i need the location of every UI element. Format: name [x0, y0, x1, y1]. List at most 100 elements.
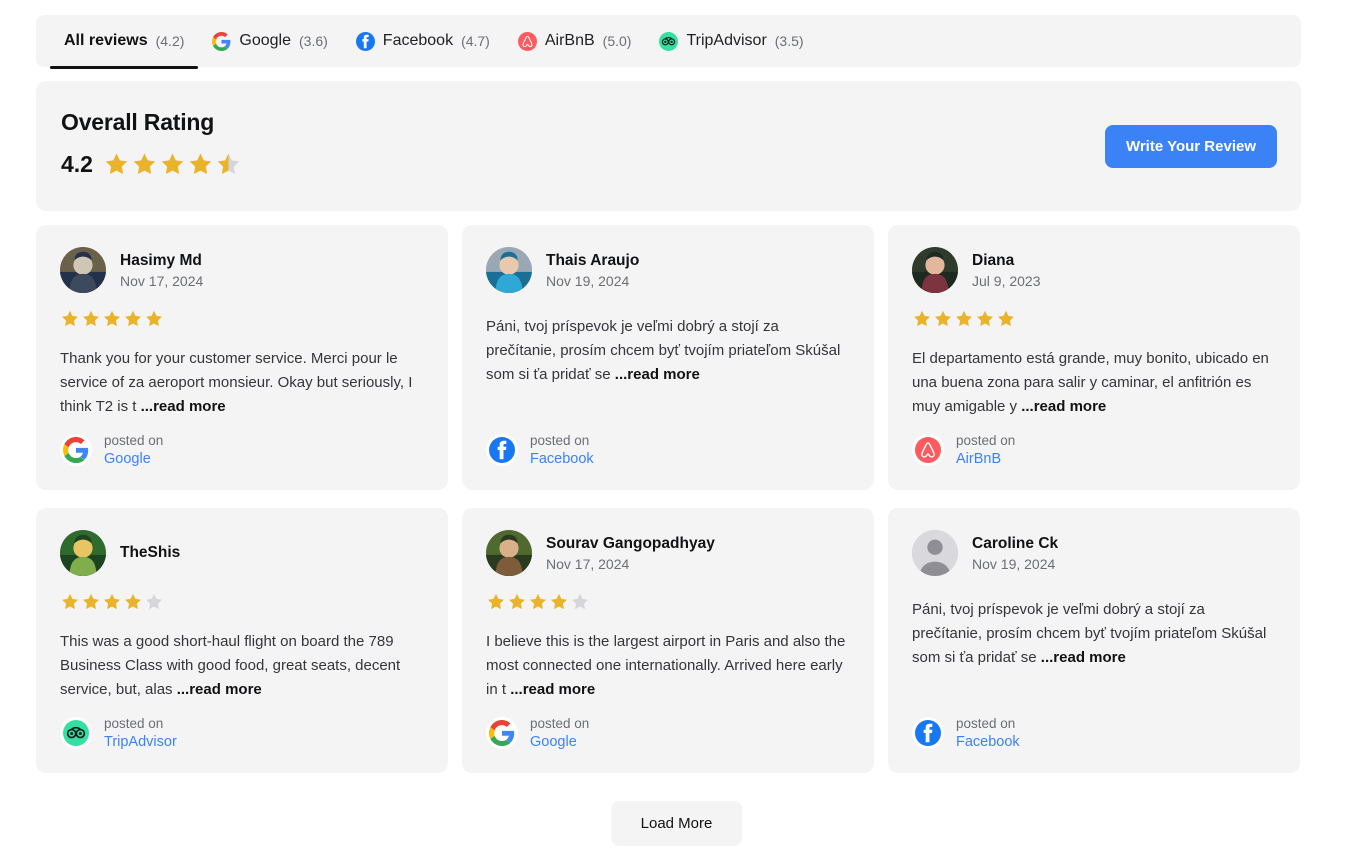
tab-airbnb[interactable]: AirBnB (5.0) — [504, 15, 646, 67]
review-date: Nov 19, 2024 — [546, 272, 630, 289]
star-filled-icon — [125, 310, 141, 327]
read-more-link[interactable]: ...read more — [1041, 649, 1126, 666]
tab-score: (4.2) — [155, 33, 185, 49]
star-filled-icon — [189, 153, 212, 175]
avatar — [912, 247, 958, 293]
posted-on-text: posted on Google — [104, 432, 163, 468]
review-card: Sourav Gangopadhyay Nov 17, 2024 I belie… — [462, 508, 874, 773]
review-text: This was a good short-haul flight on boa… — [60, 630, 424, 702]
write-review-button[interactable]: Write Your Review — [1104, 125, 1277, 168]
google-icon — [486, 717, 518, 749]
tab-all[interactable]: All reviews (4.2) — [50, 15, 199, 69]
airbnb-icon — [517, 31, 537, 51]
facebook-icon — [355, 31, 375, 51]
review-stars — [486, 592, 590, 612]
star-filled-icon — [914, 310, 930, 327]
posted-source-link[interactable]: Google — [104, 450, 163, 468]
tab-google[interactable]: Google (3.6) — [198, 15, 341, 67]
posted-on-block: posted on Facebook — [486, 432, 594, 468]
read-more-link[interactable]: ...read more — [615, 366, 700, 383]
star-filled-icon — [551, 593, 567, 610]
posted-source-link[interactable]: Facebook — [956, 733, 1020, 751]
tab-label: TripAdvisor — [686, 32, 767, 49]
tripadvisor-icon — [60, 717, 92, 749]
posted-on-text: posted on Google — [530, 715, 589, 751]
facebook-icon — [355, 31, 375, 51]
star-filled-icon — [956, 310, 972, 327]
review-card: Thais Araujo Nov 19, 2024 Páni, tvoj prí… — [462, 225, 874, 490]
reviewer-name: Thais Araujo — [546, 251, 640, 269]
review-date: Nov 17, 2024 — [120, 272, 204, 289]
review-date: Nov 19, 2024 — [972, 555, 1056, 572]
star-filled-icon — [104, 593, 120, 610]
tab-score: (5.0) — [602, 33, 632, 49]
reviewer-header: Diana Jul 9, 2023 — [912, 247, 1276, 293]
tab-tripadvisor[interactable]: TripAdvisor (3.5) — [645, 15, 817, 67]
star-filled-icon — [62, 310, 78, 327]
facebook-icon — [489, 437, 515, 463]
reviews-page: All reviews (4.2) Google (3.6) Facebook (4.… — [0, 0, 1353, 858]
review-stars — [60, 309, 164, 329]
avatar — [60, 530, 106, 576]
reviewer-info: TheShis — [120, 544, 180, 562]
overall-score: 4.2 — [61, 151, 93, 177]
avatar — [486, 247, 532, 293]
reviewer-info: Sourav Gangopadhyay Nov 17, 2024 — [546, 535, 715, 572]
avatar-photo — [60, 247, 106, 293]
posted-source-link[interactable]: Facebook — [530, 450, 594, 468]
posted-on-label: posted on — [104, 433, 164, 448]
posted-on-label: posted on — [956, 716, 1016, 731]
read-more-link[interactable]: ...read more — [510, 681, 595, 698]
load-more-button[interactable]: Load More — [610, 801, 743, 846]
tripadvisor-icon — [659, 31, 679, 51]
star-filled-icon — [977, 310, 993, 327]
posted-source-link[interactable]: TripAdvisor — [104, 733, 177, 751]
review-text: El departamento está grande, muy bonito,… — [912, 347, 1276, 419]
reviewer-info: Caroline Ck Nov 19, 2024 — [972, 535, 1058, 572]
tab-label: AirBnB — [544, 32, 595, 49]
reviewer-name: Diana — [972, 251, 1015, 269]
tab-facebook[interactable]: Facebook (4.7) — [342, 15, 504, 67]
reviews-grid: Hasimy Md Nov 17, 2024 Thank you for you… — [36, 225, 1301, 773]
read-more-link[interactable]: ...read more — [1021, 398, 1106, 415]
facebook-icon — [486, 434, 518, 466]
tab-score: (3.6) — [299, 33, 328, 49]
avatar — [60, 247, 106, 293]
reviewer-name: Caroline Ck — [972, 534, 1059, 552]
star-filled-icon — [62, 593, 78, 610]
reviewer-info: Diana Jul 9, 2023 — [972, 252, 1041, 289]
posted-on-label: posted on — [956, 433, 1016, 448]
reviewer-name: Hasimy Md — [120, 251, 202, 269]
reviewer-header: Hasimy Md Nov 17, 2024 — [60, 247, 424, 293]
posted-on-block: posted on Google — [486, 715, 589, 751]
overall-rating-row: 4.2 — [61, 151, 242, 178]
reviewer-header: Sourav Gangopadhyay Nov 17, 2024 — [486, 530, 850, 576]
google-icon — [489, 720, 515, 746]
reviewer-info: Thais Araujo Nov 19, 2024 — [546, 252, 639, 289]
read-more-link[interactable]: ...read more — [177, 681, 262, 698]
avatar-photo — [486, 247, 532, 293]
facebook-icon — [915, 720, 941, 746]
posted-on-text: posted on AirBnB — [956, 432, 1015, 468]
review-stars — [60, 592, 164, 612]
avatar-placeholder-icon — [912, 530, 958, 576]
posted-on-block: posted on AirBnB — [912, 432, 1015, 468]
tripadvisor-icon — [63, 720, 89, 746]
airbnb-icon — [915, 437, 941, 463]
posted-on-block: posted on Google — [60, 432, 163, 468]
page-title: Overall Rating — [61, 109, 215, 135]
review-card: TheShis This was a good short-haul fligh… — [36, 508, 448, 773]
tab-score: (3.5) — [774, 33, 804, 49]
star-filled-icon — [83, 593, 99, 610]
read-more-link[interactable]: ...read more — [141, 398, 226, 415]
tab-label: Google — [239, 32, 291, 49]
star-filled-icon — [104, 310, 120, 327]
star-filled-icon — [998, 310, 1014, 327]
review-text: Thank you for your customer service. Mer… — [60, 347, 424, 419]
posted-source-link[interactable]: AirBnB — [956, 450, 1015, 468]
airbnb-icon — [517, 31, 537, 51]
reviewer-name: Sourav Gangopadhyay — [546, 534, 715, 552]
posted-source-link[interactable]: Google — [530, 733, 589, 751]
overall-rating-panel: Overall Rating 4.2 Write Your Review — [36, 81, 1301, 211]
star-filled-icon — [83, 310, 99, 327]
